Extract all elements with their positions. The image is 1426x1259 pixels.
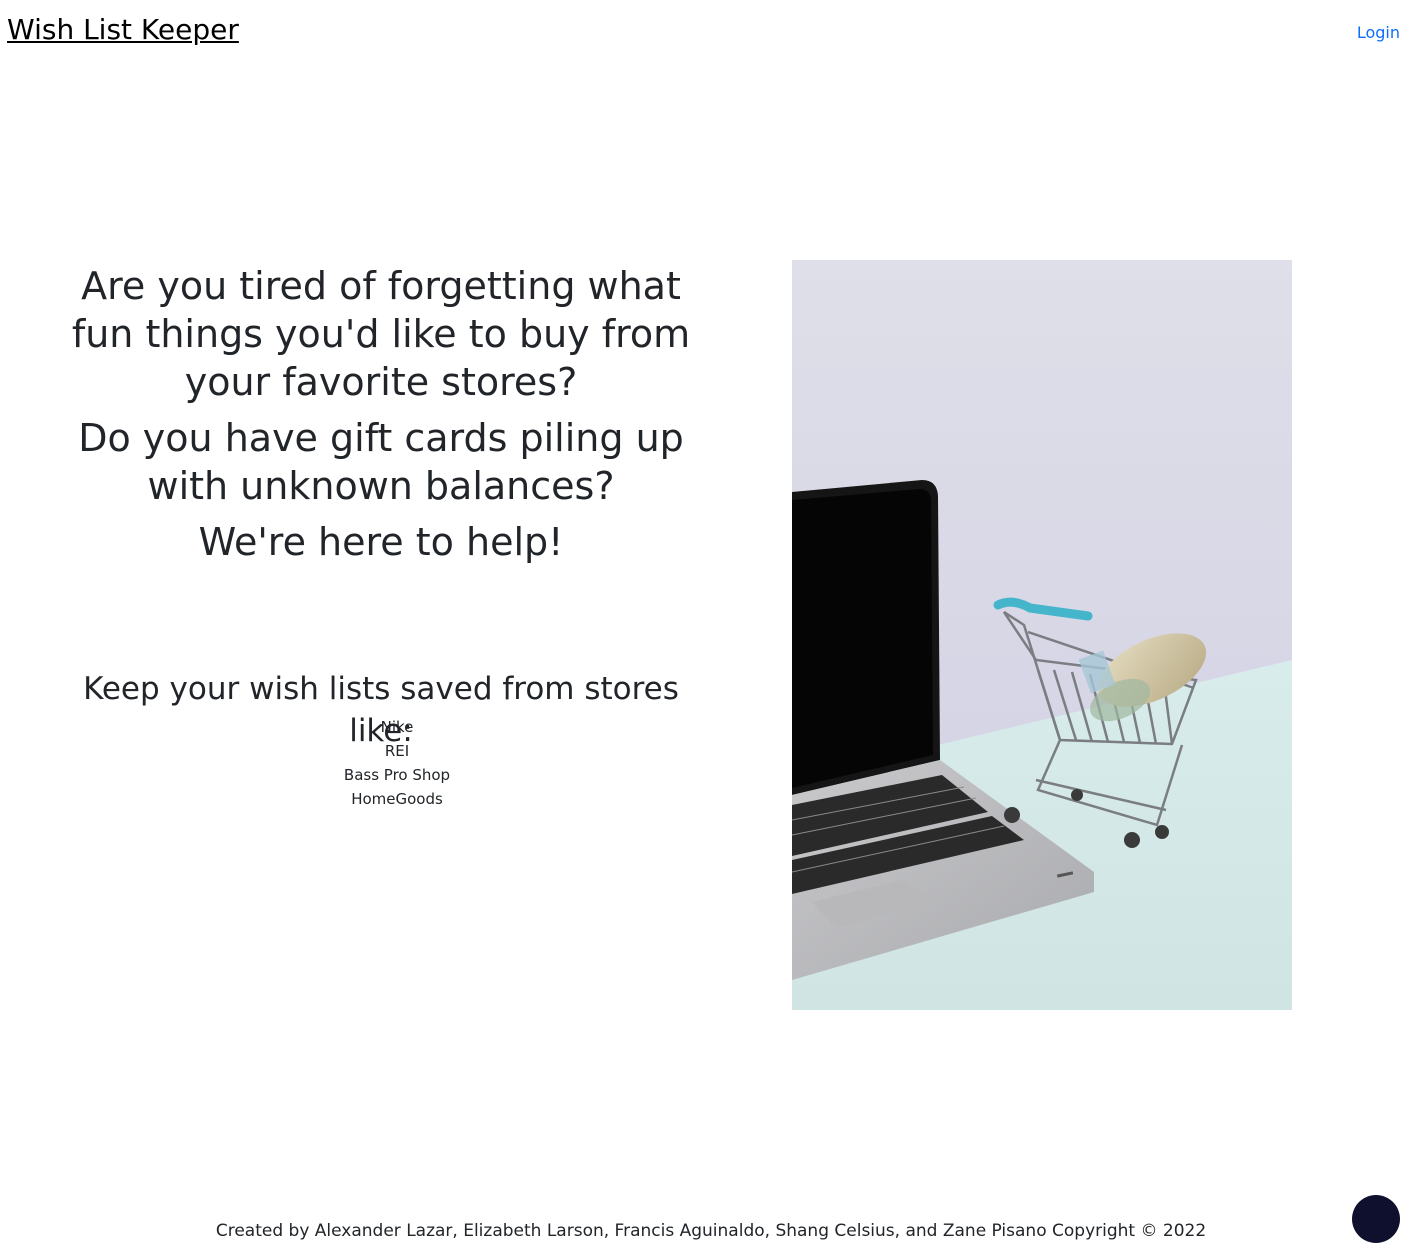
hero-question-forgetting: Are you tired of forgetting what fun thi…: [71, 264, 691, 404]
hero-tagline: We're here to help!: [198, 520, 564, 564]
store-list: Nike REI Bass Pro Shop HomeGoods: [297, 715, 497, 811]
hero-text: Are you tired of forgetting what fun thi…: [56, 262, 706, 566]
store-item-bass-pro-shop: Bass Pro Shop: [343, 766, 451, 784]
site-title-link[interactable]: Wish List Keeper: [7, 12, 239, 48]
floating-action-button[interactable]: [1352, 1195, 1400, 1243]
page: Wish List Keeper Login Are you tired of …: [0, 0, 1426, 1259]
footer-credits: Created by Alexander Lazar, Elizabeth La…: [215, 1221, 1207, 1241]
laptop-shopping-cart-image: [792, 260, 1292, 1010]
login-link[interactable]: Login: [1357, 22, 1400, 44]
store-item-homegoods: HomeGoods: [351, 790, 443, 808]
hero-question-gift-cards: Do you have gift cards piling up with un…: [78, 416, 684, 508]
store-item-rei: REI: [384, 742, 410, 760]
store-item-nike: Nike: [380, 718, 414, 736]
